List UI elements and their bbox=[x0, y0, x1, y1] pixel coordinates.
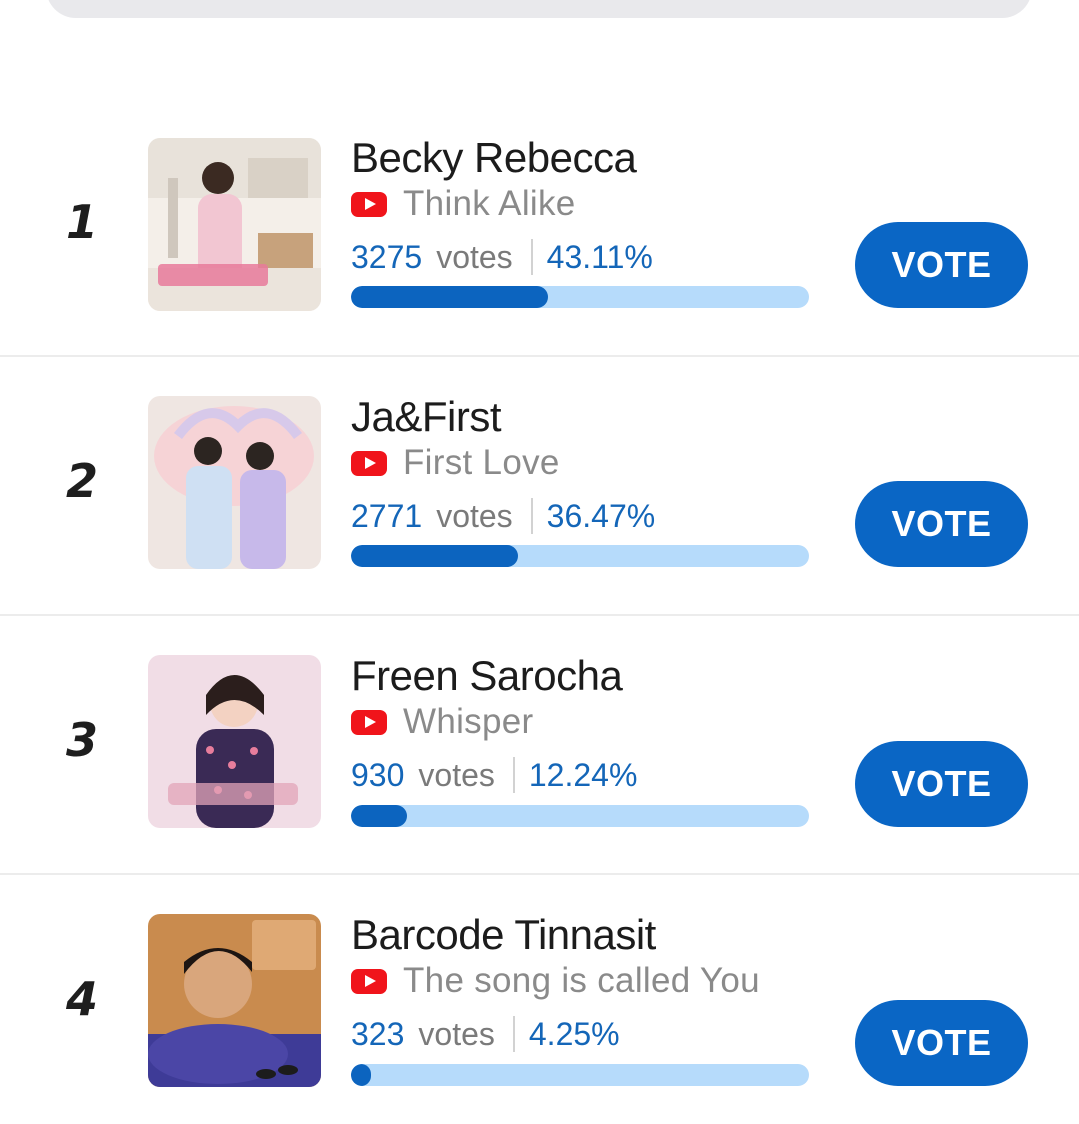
vote-progress-bar bbox=[351, 1064, 809, 1086]
artist-name: Barcode Tinnasit bbox=[351, 911, 656, 958]
vote-percent: 12.24% bbox=[528, 756, 638, 793]
rank-number: 2 bbox=[65, 454, 98, 508]
album-cover-image bbox=[148, 914, 321, 1087]
ranking-page: 1 Becky Rebecca Think Alike 3275 votes 4… bbox=[0, 0, 1079, 1124]
vote-count: 2771 bbox=[351, 497, 423, 534]
song-title: Whisper bbox=[403, 702, 534, 741]
vote-button[interactable]: VOTE bbox=[855, 1000, 1028, 1086]
votes-label: votes bbox=[418, 756, 495, 793]
vote-count: 323 bbox=[351, 1015, 405, 1052]
rank-number: 4 bbox=[65, 972, 98, 1026]
youtube-icon bbox=[351, 450, 387, 476]
song-line[interactable]: The song is called You bbox=[351, 961, 760, 1001]
vote-progress-bar bbox=[351, 286, 809, 308]
vote-percent: 43.11% bbox=[546, 238, 653, 275]
votes-label: votes bbox=[418, 1015, 495, 1052]
song-line[interactable]: Think Alike bbox=[351, 184, 576, 224]
song-title: First Love bbox=[403, 443, 560, 482]
votes-label: votes bbox=[436, 497, 513, 534]
vote-stats: 2771 votes 36.47% bbox=[351, 494, 655, 538]
song-line[interactable]: Whisper bbox=[351, 702, 533, 742]
vote-count: 3275 bbox=[351, 238, 423, 275]
vote-button[interactable]: VOTE bbox=[855, 741, 1028, 827]
vote-count: 930 bbox=[351, 756, 405, 793]
vote-progress-fill bbox=[351, 545, 518, 567]
vote-stats: 323 votes 4.25% bbox=[351, 1012, 620, 1056]
vote-progress-fill bbox=[351, 286, 548, 308]
vote-progress-fill bbox=[351, 1064, 371, 1086]
search-bar[interactable] bbox=[46, 0, 1032, 18]
song-title: The song is called You bbox=[403, 961, 760, 1000]
vote-progress-fill bbox=[351, 805, 407, 827]
vote-percent: 4.25% bbox=[528, 1015, 620, 1052]
vote-percent: 36.47% bbox=[546, 497, 656, 534]
song-line[interactable]: First Love bbox=[351, 443, 560, 483]
rank-number: 1 bbox=[65, 195, 98, 249]
vote-stats: 930 votes 12.24% bbox=[351, 753, 637, 797]
vote-progress-bar bbox=[351, 545, 809, 567]
song-title: Think Alike bbox=[403, 184, 576, 223]
artist-name: Becky Rebecca bbox=[351, 134, 637, 181]
stats-divider bbox=[512, 757, 515, 793]
stats-divider bbox=[512, 1016, 515, 1052]
album-cover-image bbox=[148, 138, 321, 311]
ranking-row: 3 Freen Sarocha Whisper 930 votes 12.24%… bbox=[0, 616, 1079, 875]
artist-name: Ja&First bbox=[351, 393, 502, 440]
youtube-icon bbox=[351, 191, 387, 217]
ranking-row: 2 Ja&First First Love 2771 votes 36.47% bbox=[0, 357, 1079, 616]
stats-divider bbox=[530, 498, 533, 534]
artist-name: Freen Sarocha bbox=[351, 652, 623, 699]
vote-progress-bar bbox=[351, 805, 809, 827]
album-cover-image bbox=[148, 396, 321, 569]
stats-divider bbox=[530, 239, 533, 275]
album-cover-image bbox=[148, 655, 321, 828]
vote-button[interactable]: VOTE bbox=[855, 481, 1028, 567]
ranking-row: 4 Barcode Tinnasit The song is called Yo… bbox=[0, 875, 1079, 1124]
votes-label: votes bbox=[436, 238, 513, 275]
youtube-icon bbox=[351, 709, 387, 735]
youtube-icon bbox=[351, 968, 387, 994]
vote-button[interactable]: VOTE bbox=[855, 222, 1028, 308]
vote-stats: 3275 votes 43.11% bbox=[351, 235, 653, 279]
ranking-row: 1 Becky Rebecca Think Alike 3275 votes 4… bbox=[0, 98, 1079, 357]
rank-number: 3 bbox=[65, 713, 98, 767]
